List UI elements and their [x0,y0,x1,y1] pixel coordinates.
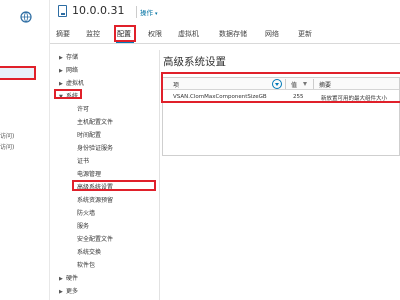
tree-certificate[interactable]: 证书 [77,156,89,165]
tab-permissions[interactable]: 权限 [148,29,162,39]
tree-more[interactable]: ▶ 更多 [59,286,78,295]
grid-header: 项 值 摘要 [163,78,399,90]
highlight-box-configure [114,25,136,42]
nav-text-1: 访问) [0,133,15,140]
sort-icon[interactable] [303,82,307,86]
table-row[interactable]: VSAN.ClomMaxComponentSizeGB 255 新放置可用的最大… [163,92,399,103]
tree-vm[interactable]: ▶ 虚拟机 [59,78,84,87]
tree-packages[interactable]: 软件包 [77,260,95,269]
highlight-box-system [54,89,82,99]
tab-monitor[interactable]: 监控 [86,29,100,39]
tree-system-swap[interactable]: 系统交换 [77,247,101,256]
left-navigator: 访问) 访问) [0,0,50,300]
header-separator [136,6,137,18]
column-separator [313,79,314,89]
tree-services[interactable]: 服务 [77,221,89,230]
column-header-summary[interactable]: 摘要 [319,80,331,89]
chevron-right-icon: ▶ [59,289,63,295]
tab-networks[interactable]: 网络 [265,29,279,39]
host-icon [58,5,67,17]
highlight-box-advanced [72,180,156,191]
tree-hardware[interactable]: ▶ 硬件 [59,273,78,282]
tree-resource-reservation[interactable]: 系统资源预留 [77,195,113,204]
actions-label: 操作 [140,9,153,17]
config-tree: ▶ 存储 ▶ 网络 ▶ 虚拟机 ▼ 系统 许可 主机配置文件 时间配置 身份验证服务 证… [54,50,160,300]
selected-host-node[interactable] [0,66,36,80]
column-separator [285,79,286,89]
column-header-value[interactable]: 值 [291,80,297,89]
row-summary: 新放置可用的最大组件大小 [321,96,388,102]
chevron-right-icon: ▶ [59,276,63,282]
row-value: 255 [293,94,304,100]
page-title: 高级系统设置 [163,56,226,68]
column-header-key[interactable]: 项 [173,80,179,89]
globe-icon[interactable] [20,8,32,23]
tab-bar: 摘要 监控 配置 权限 虚拟机 数据存储 网络 更新 [50,25,400,44]
tree-time-config[interactable]: 时间配置 [77,130,101,139]
host-title: 10.0.0.31 [72,4,125,17]
chevron-right-icon: ▶ [59,55,63,61]
chevron-right-icon: ▶ [59,81,63,87]
tree-network[interactable]: ▶ 网络 [59,65,78,74]
tree-security-profile[interactable]: 安全配置文件 [77,234,113,243]
settings-grid: 项 值 摘要 VSAN.ClomMaxComponentSizeGB 255 新… [162,77,400,156]
tree-licensing[interactable]: 许可 [77,104,89,113]
tree-storage[interactable]: ▶ 存储 [59,52,78,61]
tree-auth-services[interactable]: 身份验证服务 [77,143,113,152]
filter-icon[interactable] [272,79,282,89]
chevron-right-icon: ▶ [59,68,63,74]
tab-updates[interactable]: 更新 [298,29,312,39]
tab-summary[interactable]: 摘要 [56,29,70,39]
tree-firewall[interactable]: 防火墙 [77,208,95,217]
object-header: 10.0.0.31 操作 ▾ [50,0,400,24]
tree-host-profile[interactable]: 主机配置文件 [77,117,113,126]
tab-vms[interactable]: 虚拟机 [178,29,199,39]
tree-power-mgmt[interactable]: 电源管理 [77,169,101,178]
chevron-down-icon: ▾ [155,11,158,17]
nav-text-2: 访问) [0,144,15,151]
tab-datastores[interactable]: 数据存储 [219,29,247,39]
actions-menu[interactable]: 操作 ▾ [140,7,158,17]
row-key: VSAN.ClomMaxComponentSizeGB [173,94,267,100]
